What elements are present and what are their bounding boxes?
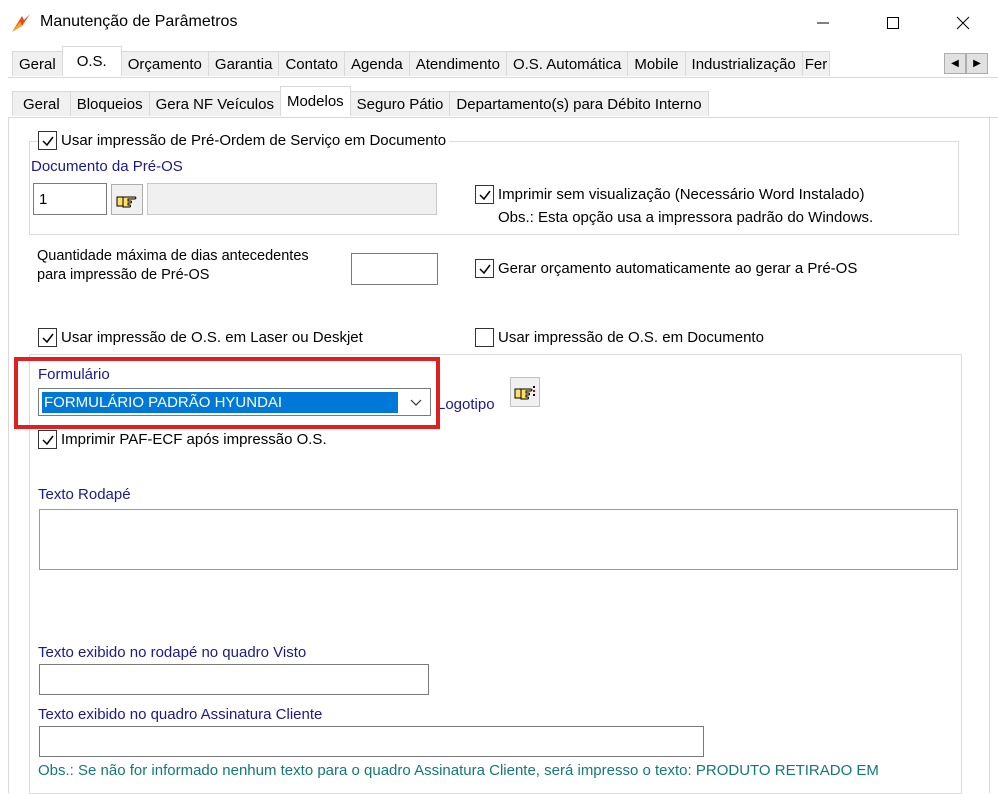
- highlight-box: [14, 357, 440, 429]
- max-days-label-1: Quantidade máxima de dias antecedentes: [37, 248, 309, 264]
- check-icon: [41, 333, 54, 343]
- subtab-bloqueios[interactable]: Bloqueios: [69, 91, 150, 116]
- laser-checkbox[interactable]: Usar impressão de O.S. em Laser ou Deskj…: [38, 328, 363, 347]
- os-document-checkbox[interactable]: Usar impressão de O.S. em Documento: [475, 328, 764, 347]
- checkbox-box: [38, 328, 57, 347]
- subtab-gera-nf-veiculos[interactable]: Gera NF Veículos: [148, 91, 281, 116]
- app-logo-icon: [10, 12, 32, 34]
- check-icon: [478, 264, 491, 274]
- tab-garantia[interactable]: Garantia: [207, 51, 280, 76]
- tab-contato[interactable]: Contato: [278, 51, 345, 76]
- preos-checkbox-label: Usar impressão de Pré-Ordem de Serviço e…: [61, 132, 447, 149]
- main-tab-strip: Geral O.S. Orçamento Garantia Contato Ag…: [12, 46, 830, 76]
- close-icon: [956, 16, 970, 30]
- checkbox-box: [38, 131, 57, 150]
- window-title: Manutenção de Parâmetros: [40, 13, 238, 30]
- tab-geral[interactable]: Geral: [12, 51, 63, 76]
- auto-budget-label: Gerar orçamento automaticamente ao gerar…: [498, 260, 858, 277]
- doc-preos-name-field: [147, 183, 437, 215]
- check-icon: [41, 435, 54, 445]
- arrow-left-icon: ◀: [951, 58, 959, 69]
- checkbox-box: [475, 259, 494, 278]
- check-icon: [478, 190, 491, 200]
- visto-input[interactable]: [39, 664, 429, 695]
- tab-agenda[interactable]: Agenda: [344, 51, 410, 76]
- tab-scroll: ◀ ▶: [944, 53, 988, 74]
- tab-orcamento[interactable]: Orçamento: [120, 51, 209, 76]
- tab-fer[interactable]: Fer: [801, 51, 830, 76]
- logotipo-label: Logotipo: [437, 396, 495, 413]
- paf-ecf-checkbox[interactable]: Imprimir PAF-ECF após impressão O.S.: [38, 430, 327, 449]
- checkbox-box: [475, 328, 494, 347]
- close-button[interactable]: [940, 0, 986, 46]
- visto-label: Texto exibido no rodapé no quadro Visto: [38, 644, 307, 661]
- pointing-hand-icon: [514, 386, 535, 400]
- tab-atendimento[interactable]: Atendimento: [408, 51, 507, 76]
- print-note: Obs.: Esta opção usa a impressora padrão…: [498, 209, 874, 226]
- preos-checkbox[interactable]: Usar impressão de Pré-Ordem de Serviço e…: [38, 131, 450, 150]
- doc-preos-label: Documento da Pré-OS: [31, 158, 183, 175]
- pointing-hand-icon: [116, 196, 137, 207]
- tab-mobile[interactable]: Mobile: [627, 51, 686, 76]
- maximize-icon: [887, 17, 899, 29]
- subtab-seguro-patio[interactable]: Seguro Pátio: [349, 91, 451, 116]
- texto-rodape-label: Texto Rodapé: [38, 486, 131, 503]
- minimize-button[interactable]: [800, 0, 846, 46]
- laser-label: Usar impressão de O.S. em Laser ou Deskj…: [61, 329, 363, 346]
- scroll-left-button[interactable]: ◀: [944, 53, 966, 74]
- tab-divider: [8, 77, 998, 78]
- checkbox-box: [475, 185, 494, 204]
- os-document-label: Usar impressão de O.S. em Documento: [498, 329, 764, 346]
- tab-os-automatica[interactable]: O.S. Automática: [505, 51, 629, 76]
- checkbox-box: [38, 430, 57, 449]
- check-icon: [41, 136, 54, 146]
- subtab-modelos[interactable]: Modelos: [279, 86, 351, 116]
- maximize-button[interactable]: [870, 0, 916, 46]
- arrow-right-icon: ▶: [973, 58, 981, 69]
- sub-tab-strip: Geral Bloqueios Gera NF Veículos Modelos…: [12, 86, 709, 116]
- doc-preos-input[interactable]: 1: [33, 183, 107, 215]
- minimize-icon: [817, 22, 829, 24]
- doc-preos-lookup-button[interactable]: [111, 184, 143, 215]
- tab-industrializacao[interactable]: Industrialização: [684, 51, 803, 76]
- assinatura-input[interactable]: [39, 726, 704, 757]
- doc-preos-value: 1: [39, 190, 48, 208]
- assinatura-obs: Obs.: Se não for informado nenhum texto …: [38, 762, 879, 779]
- print-no-preview-checkbox[interactable]: Imprimir sem visualização (Necessário Wo…: [475, 185, 865, 204]
- subtab-geral[interactable]: Geral: [12, 91, 71, 116]
- auto-budget-checkbox[interactable]: Gerar orçamento automaticamente ao gerar…: [475, 259, 858, 278]
- print-no-preview-label: Imprimir sem visualização (Necessário Wo…: [498, 186, 865, 203]
- logotipo-button[interactable]: [510, 377, 540, 407]
- subtab-departamentos[interactable]: Departamento(s) para Débito Interno: [449, 91, 709, 116]
- tab-os[interactable]: O.S.: [61, 46, 122, 76]
- paf-ecf-label: Imprimir PAF-ECF após impressão O.S.: [61, 431, 327, 448]
- max-days-label-2: para impressão de Pré-OS: [37, 267, 210, 283]
- assinatura-label: Texto exibido no quadro Assinatura Clien…: [38, 706, 323, 723]
- max-days-input[interactable]: [351, 253, 438, 285]
- scroll-right-button[interactable]: ▶: [966, 53, 988, 74]
- texto-rodape-textarea[interactable]: [39, 509, 958, 570]
